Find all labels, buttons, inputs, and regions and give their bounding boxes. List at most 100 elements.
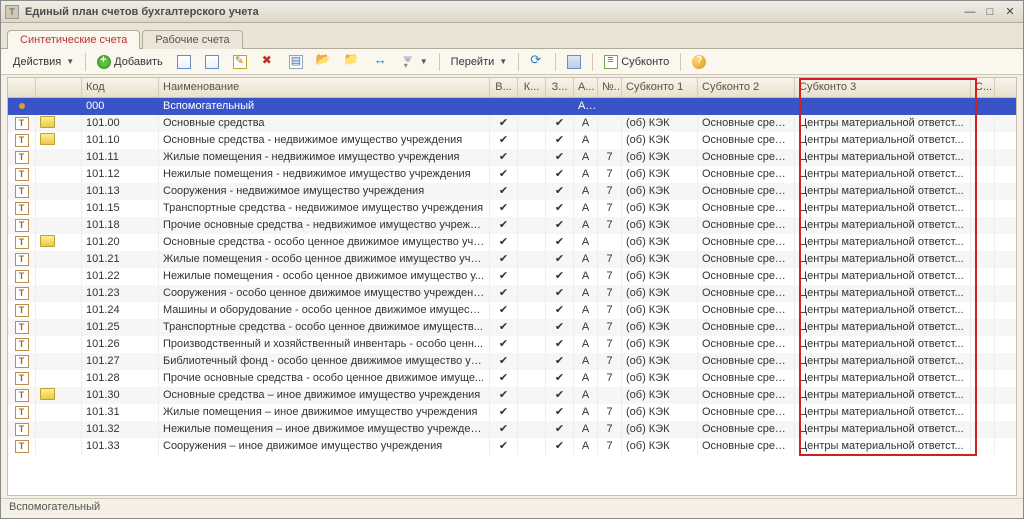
close-button[interactable]: ✕ xyxy=(1001,4,1019,20)
table-row[interactable]: Т101.11Жилые помещения - недвижимое имущ… xyxy=(8,149,1016,166)
tab-bar: Синтетические счета Рабочие счета xyxy=(1,23,1023,49)
table-row[interactable]: Т101.28Прочие основные средства - особо … xyxy=(8,370,1016,387)
subkonto-button[interactable]: Субконто xyxy=(598,52,675,72)
table-row[interactable]: Т101.13Сооружения - недвижимое имущество… xyxy=(8,183,1016,200)
table-row[interactable]: Т101.12Нежилые помещения - недвижимое им… xyxy=(8,166,1016,183)
refresh-button[interactable] xyxy=(524,52,550,72)
t-account-icon: Т xyxy=(15,372,29,385)
cell-subkonto3: Центры материальной ответст... xyxy=(795,132,971,149)
col-icon[interactable] xyxy=(8,78,36,97)
col-subkonto1[interactable]: Субконто 1 xyxy=(622,78,698,97)
col-code[interactable]: Код xyxy=(82,78,159,97)
minimize-button[interactable]: — xyxy=(961,4,979,20)
move-in-button[interactable] xyxy=(311,52,337,72)
grid-header: Код Наименование В... К... З... А... №..… xyxy=(8,78,1016,98)
journal-icon xyxy=(567,55,581,69)
toggle-button[interactable] xyxy=(367,52,393,72)
table-row[interactable]: Т101.00Основные средства✔✔А(об) КЭКОснов… xyxy=(8,115,1016,132)
chevron-down-icon: ▼ xyxy=(418,57,428,66)
maximize-button[interactable]: □ xyxy=(981,4,999,20)
cell-subkonto2: Основные сред... xyxy=(698,353,795,370)
col-z[interactable]: З... xyxy=(546,78,574,97)
table-row[interactable]: Т101.32Нежилые помещения – иное движимое… xyxy=(8,421,1016,438)
cell-code: 101.23 xyxy=(82,285,159,302)
cell-subkonto3: Центры материальной ответст... xyxy=(795,319,971,336)
cell-subkonto1: (об) КЭК xyxy=(622,319,698,336)
t-account-icon: Т xyxy=(15,355,29,368)
table-row[interactable]: Т101.27Библиотечный фонд - особо ценное … xyxy=(8,353,1016,370)
col-subkonto2[interactable]: Субконто 2 xyxy=(698,78,795,97)
table-row[interactable]: Т101.15Транспортные средства - недвижимо… xyxy=(8,200,1016,217)
table-row[interactable]: Т101.30Основные средства – иное движимое… xyxy=(8,387,1016,404)
cell-subkonto1: (об) КЭК xyxy=(622,166,698,183)
col-subkonto3[interactable]: Субконто 3 xyxy=(795,78,971,97)
separator xyxy=(439,53,440,71)
toolbar: Действия▼ Добавить ▼ Перейти▼ Субконто xyxy=(1,49,1023,75)
table-row[interactable]: Т101.24Машины и оборудование - особо цен… xyxy=(8,302,1016,319)
col-folder[interactable] xyxy=(36,78,82,97)
tab-synthetic[interactable]: Синтетические счета xyxy=(7,30,140,49)
folder-icon xyxy=(40,133,55,145)
tab-working[interactable]: Рабочие счета xyxy=(142,30,242,49)
cell-subkonto2: Основные сред... xyxy=(698,319,795,336)
add-group-button[interactable] xyxy=(171,52,197,72)
cell-subkonto1: (об) КЭК xyxy=(622,217,698,234)
hierarchy-button[interactable] xyxy=(283,52,309,72)
filter-off-button[interactable]: ▼ xyxy=(395,52,434,72)
col-v[interactable]: В... xyxy=(490,78,518,97)
col-last[interactable]: С... xyxy=(971,78,995,97)
edit-button[interactable] xyxy=(227,52,253,72)
t-account-icon: Т xyxy=(15,236,29,249)
help-button[interactable] xyxy=(686,52,712,72)
table-row[interactable]: 000ВспомогательныйАП xyxy=(8,98,1016,115)
col-k[interactable]: К... xyxy=(518,78,546,97)
table-row[interactable]: Т101.33Сооружения – иное движимое имущес… xyxy=(8,438,1016,455)
delete-button[interactable] xyxy=(255,52,281,72)
cell-subkonto2: Основные сред... xyxy=(698,166,795,183)
col-a[interactable]: А... xyxy=(574,78,598,97)
cell-subkonto2: Основные сред... xyxy=(698,268,795,285)
cell-subkonto3: Центры материальной ответст... xyxy=(795,115,971,132)
table-row[interactable]: Т101.22Нежилые помещения - особо ценное … xyxy=(8,268,1016,285)
move-out-button[interactable] xyxy=(339,52,365,72)
cell-code: 101.10 xyxy=(82,132,159,149)
t-account-icon: Т xyxy=(15,287,29,300)
cell-subkonto3: Центры материальной ответст... xyxy=(795,234,971,251)
grid-body[interactable]: 000ВспомогательныйАПТ101.00Основные сред… xyxy=(8,98,1016,495)
add-button[interactable]: Добавить xyxy=(91,52,169,72)
cell-subkonto1: (об) КЭК xyxy=(622,200,698,217)
table-row[interactable]: Т101.23Сооружения - особо ценное движимо… xyxy=(8,285,1016,302)
t-account-icon: Т xyxy=(15,423,29,436)
t-account-icon: Т xyxy=(15,440,29,453)
journal-button[interactable] xyxy=(561,52,587,72)
cell-subkonto1: (об) КЭК xyxy=(622,421,698,438)
cell-code: 101.21 xyxy=(82,251,159,268)
help-icon xyxy=(692,55,706,69)
table-row[interactable]: Т101.26Производственный и хозяйственный … xyxy=(8,336,1016,353)
cell-subkonto3: Центры материальной ответст... xyxy=(795,421,971,438)
table-row[interactable]: Т101.20Основные средства - особо ценное … xyxy=(8,234,1016,251)
copy-button[interactable] xyxy=(199,52,225,72)
table-row[interactable]: Т101.10Основные средства - недвижимое им… xyxy=(8,132,1016,149)
cell-subkonto3: Центры материальной ответст... xyxy=(795,336,971,353)
col-name[interactable]: Наименование xyxy=(159,78,490,97)
table-row[interactable]: Т101.31Жилые помещения – иное движимое и… xyxy=(8,404,1016,421)
cell-name: Прочие основные средства - особо ценное … xyxy=(159,370,490,387)
col-n[interactable]: №... xyxy=(598,78,622,97)
cell-code: 101.26 xyxy=(82,336,159,353)
separator xyxy=(518,53,519,71)
cell-subkonto1: (об) КЭК xyxy=(622,234,698,251)
cell-subkonto3: Центры материальной ответст... xyxy=(795,438,971,455)
table-row[interactable]: Т101.18Прочие основные средства - недвиж… xyxy=(8,217,1016,234)
cell-subkonto2: Основные сред... xyxy=(698,387,795,404)
actions-menu[interactable]: Действия▼ xyxy=(7,52,80,72)
goto-menu[interactable]: Перейти▼ xyxy=(445,52,514,72)
cell-name: Производственный и хозяйственный инвента… xyxy=(159,336,490,353)
hierarchy-icon xyxy=(289,55,303,69)
cell-name: Транспортные средства - недвижимое имуще… xyxy=(159,200,490,217)
subkonto-icon xyxy=(604,55,618,69)
table-row[interactable]: Т101.21Жилые помещения - особо ценное дв… xyxy=(8,251,1016,268)
cell-subkonto2: Основные сред... xyxy=(698,183,795,200)
table-row[interactable]: Т101.25Транспортные средства - особо цен… xyxy=(8,319,1016,336)
cell-code: 101.22 xyxy=(82,268,159,285)
